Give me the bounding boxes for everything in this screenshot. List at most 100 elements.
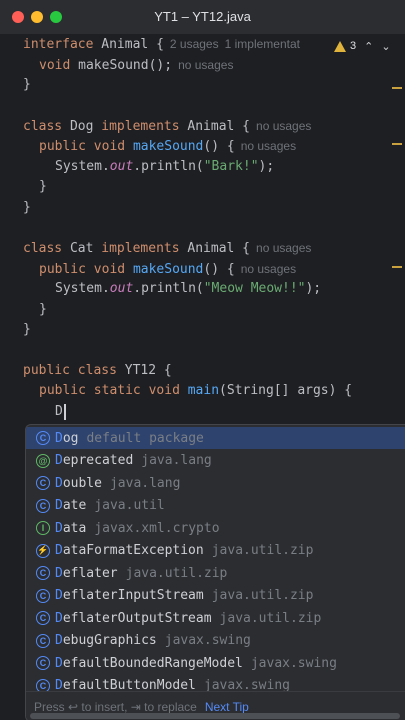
matched-prefix: D [55, 520, 63, 536]
keyword: void [93, 262, 126, 277]
punctuation: (); [148, 58, 173, 73]
code-line-3: } [23, 77, 31, 92]
completion-item[interactable]: C DeflaterInputStream java.util.zip [26, 585, 405, 607]
matched-prefix: D [55, 655, 63, 671]
completion-item-package: java.util.zip [125, 565, 228, 581]
keyword: class [23, 241, 63, 256]
insert-hint: Press ↩ to insert, ⇥ to replace [34, 699, 197, 714]
next-highlight-icon[interactable]: ⌄ [381, 40, 390, 53]
implementations-hint[interactable]: 1 implementat [225, 37, 300, 51]
brace: { [148, 37, 164, 52]
code-line-13: System.out.println("Meow Meow!!"); [55, 279, 321, 299]
completion-item[interactable]: ⚡ DataFormatException java.util.zip [26, 540, 405, 562]
matched-prefix: D [55, 453, 63, 468]
code-line-15: } [23, 322, 31, 337]
completion-item[interactable]: I Data javax.xml.crypto [26, 517, 405, 539]
warning-marker[interactable] [392, 266, 402, 268]
completion-item-package: java.lang [141, 453, 212, 468]
code-line-6: public void makeSound() { no usages [39, 136, 296, 156]
completion-item[interactable]: C DeflaterOutputStream java.util.zip [26, 607, 405, 629]
class-icon: C [36, 633, 50, 648]
matched-prefix: D [55, 498, 63, 513]
completion-item[interactable]: C DefaultBoundedRangeModel javax.swing [26, 652, 405, 674]
next-tip-link[interactable]: Next Tip [205, 700, 249, 714]
completion-item-name: DataFormatException [55, 543, 204, 558]
completion-item-name: Deflater [55, 566, 118, 581]
keyword: static [93, 383, 141, 398]
identifier: .println( [133, 281, 204, 296]
usages-hint[interactable]: no usages [256, 241, 311, 255]
previous-highlight-icon[interactable]: ⌃ [364, 40, 373, 53]
keyword: public [39, 139, 86, 154]
name-remainder: eflaterOutputStream [62, 610, 212, 626]
completion-item-name: DeflaterOutputStream [55, 611, 212, 626]
usages-hint[interactable]: no usages [256, 119, 311, 133]
method-name: makeSound [132, 139, 204, 154]
class-icon: C [36, 656, 50, 670]
brace: { [234, 241, 251, 256]
completion-item-name: Data [55, 521, 86, 536]
title-bar: YT1 – YT12.java [0, 0, 405, 34]
code-line-8: } [39, 179, 47, 194]
horizontal-scrollbar[interactable] [26, 713, 405, 719]
name-remainder: eflater [62, 565, 118, 581]
keyword: class [23, 119, 63, 134]
completion-item-package: java.lang [109, 475, 181, 491]
usages-hint[interactable]: no usages [241, 139, 296, 153]
punctuation: () { [203, 139, 235, 154]
class-icon: C [36, 476, 50, 490]
code-line-14: } [39, 302, 47, 317]
code-line-7: System.out.println("Bark!"); [55, 157, 274, 177]
punctuation: ); [258, 159, 275, 174]
completion-item-package: java.util.zip [219, 610, 322, 626]
warning-marker[interactable] [392, 87, 402, 89]
completion-item-name: Date [55, 498, 86, 513]
exception-icon: ⚡ [36, 543, 50, 558]
keyword: class [77, 363, 117, 378]
scrollbar-thumb[interactable] [30, 713, 400, 719]
usages-hint[interactable]: no usages [241, 262, 296, 276]
completion-item[interactable]: C Deflater java.util.zip [26, 562, 405, 584]
completion-item[interactable]: C DebugGraphics javax.swing [26, 630, 405, 652]
class-icon: C [36, 498, 50, 513]
method-name: makeSound [78, 58, 149, 73]
matched-prefix: D [55, 565, 63, 581]
inspection-widget[interactable]: 3 ⌃ ⌄ [332, 39, 391, 53]
completion-item[interactable]: C Date java.util [26, 495, 405, 517]
completion-item[interactable]: C Double java.lang [26, 472, 405, 494]
completion-item-package: javax.xml.crypto [94, 520, 220, 536]
string-literal: "Bark!" [203, 159, 259, 174]
static-field: out [109, 281, 134, 296]
punctuation: ); [305, 281, 322, 296]
completion-item-package: default package [86, 430, 204, 446]
matched-prefix: D [55, 430, 63, 446]
code-line-19: D [55, 404, 63, 419]
usages-hint[interactable]: 2 usages [170, 37, 219, 51]
keyword: interface [23, 37, 94, 52]
string-literal: "Meow Meow!!" [203, 281, 306, 296]
method-name: main [187, 383, 220, 398]
completion-item-name: DefaultBoundedRangeModel [55, 656, 243, 671]
keyword: void [93, 139, 126, 154]
code-line-11: class Cat implements Animal {no usages [23, 238, 311, 258]
completion-item-package: javax.swing [250, 655, 337, 671]
warning-marker[interactable] [392, 143, 402, 145]
type-name: Animal [187, 241, 235, 256]
usages-hint[interactable]: no usages [178, 58, 233, 72]
completion-popup[interactable]: C Dog default package @ Deprecated java.lang C… [25, 424, 405, 720]
matched-prefix: D [55, 588, 63, 603]
static-field: out [109, 159, 134, 174]
type-name: Animal [187, 119, 235, 134]
code-line-17: public class YT12 { [23, 361, 172, 381]
name-remainder: eprecated [62, 453, 134, 468]
type-name: YT12 { [124, 363, 172, 378]
interface-icon: I [36, 521, 50, 535]
completion-item[interactable]: @ Deprecated java.lang [26, 450, 405, 472]
punctuation: (String[] args) { [219, 383, 353, 398]
completion-item-name: Double [55, 476, 102, 491]
keyword: implements [101, 119, 180, 134]
matched-prefix: D [55, 543, 63, 558]
code-line-9: } [23, 200, 31, 215]
completion-item[interactable]: C Dog default package [26, 427, 405, 449]
window-title: YT1 – YT12.java [154, 9, 251, 24]
